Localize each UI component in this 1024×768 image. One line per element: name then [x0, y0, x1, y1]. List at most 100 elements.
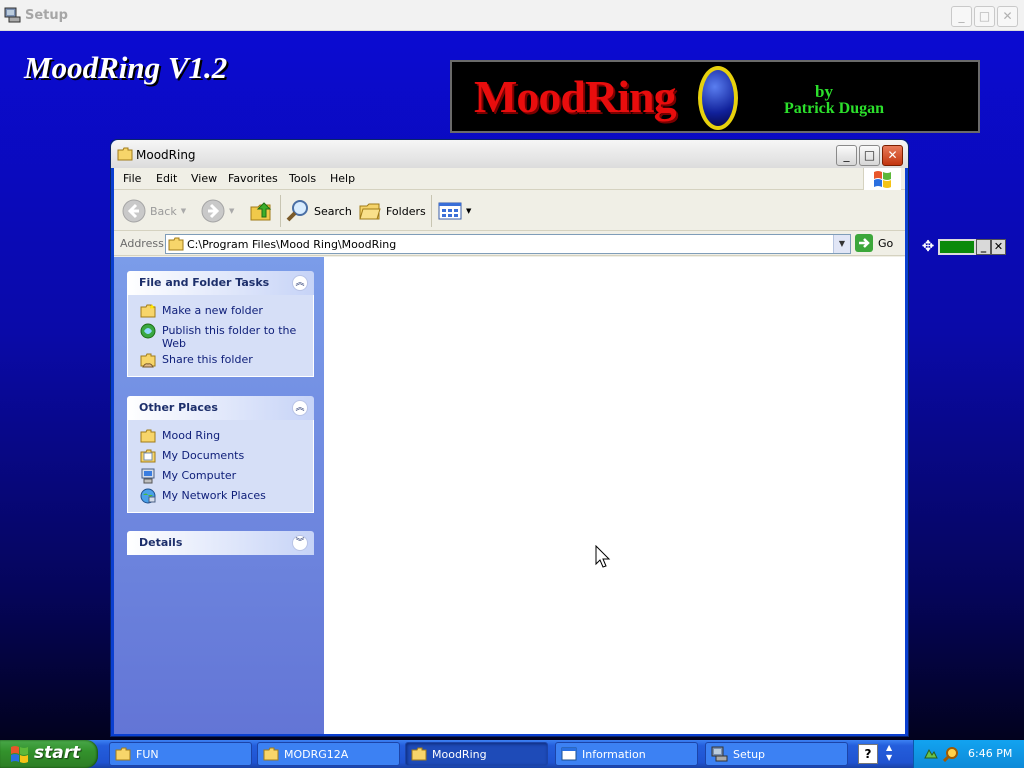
floating-toolbar[interactable]: ✥ _ ✕ [920, 238, 1008, 256]
standard-toolbar: Back ▼ ▼ Search Folders ▼ [114, 191, 905, 231]
taskbar-button-modrg12a[interactable]: MODRG12A [257, 742, 400, 766]
menu-tools[interactable]: Tools [289, 172, 316, 185]
forward-button[interactable]: ▼ [201, 196, 234, 226]
address-bar: Address C:\Program Files\Mood Ring\MoodR… [114, 232, 905, 256]
windows-flag-icon [11, 746, 28, 763]
expand-chevron-icon[interactable]: ︾ [292, 535, 308, 551]
taskbar-button-label: Setup [733, 747, 766, 761]
go-button[interactable]: Go [855, 234, 893, 252]
minimize-button[interactable]: _ [836, 145, 857, 166]
start-button[interactable]: start [0, 740, 98, 768]
taskbar-button-information[interactable]: Information [555, 742, 698, 766]
folder-icon [411, 747, 427, 761]
back-button[interactable]: Back ▼ [122, 196, 186, 226]
menu-favorites[interactable]: Favorites [228, 172, 278, 185]
folders-button[interactable]: Folders [358, 196, 426, 226]
setup-maximize-button[interactable]: □ [974, 6, 995, 27]
window-icon [561, 747, 577, 761]
up-button[interactable] [249, 196, 273, 226]
back-label: Back [150, 204, 177, 218]
help-icon[interactable]: ? [858, 744, 878, 764]
task-label: Make a new folder [162, 304, 263, 317]
my-documents-icon [140, 449, 156, 463]
mood-ring-icon [698, 66, 738, 130]
place-label: My Computer [162, 469, 237, 482]
task-publish-to-web[interactable]: Publish this folder to the Web [128, 321, 313, 350]
task-make-new-folder[interactable]: Make a new folder [128, 301, 313, 321]
menu-edit[interactable]: Edit [156, 172, 177, 185]
start-label: start [34, 743, 81, 763]
folder-icon [168, 237, 184, 251]
taskbar-button-label: FUN [136, 747, 159, 761]
place-label: My Documents [162, 449, 245, 462]
place-my-computer[interactable]: My Computer [128, 466, 313, 486]
forward-dropdown-icon[interactable]: ▼ [229, 207, 234, 215]
publish-web-icon [140, 323, 156, 339]
tray-search-icon[interactable] [943, 746, 959, 762]
maximize-button[interactable]: □ [859, 145, 880, 166]
place-my-documents[interactable]: My Documents [128, 446, 313, 466]
app-title: MoodRing V1.2 [24, 50, 228, 85]
go-label: Go [878, 236, 894, 250]
setup-minimize-button[interactable]: _ [951, 6, 972, 27]
move-icon[interactable]: ✥ [920, 238, 936, 256]
setup-titlebar[interactable]: Setup _ □ ✕ [0, 0, 1024, 31]
folder-icon [117, 147, 133, 161]
folder-icon [263, 747, 279, 761]
collapse-chevron-icon[interactable]: ︽ [292, 400, 308, 416]
file-folder-tasks-panel: File and Folder Tasks ︽ Make a new folde… [127, 271, 314, 377]
details-header[interactable]: Details ︾ [127, 531, 314, 555]
new-folder-icon [140, 304, 156, 318]
address-dropdown-icon[interactable]: ▼ [833, 235, 850, 253]
views-button[interactable]: ▼ [438, 196, 471, 226]
menu-file[interactable]: File [123, 172, 141, 185]
place-mood-ring[interactable]: Mood Ring [128, 426, 313, 446]
address-input[interactable]: C:\Program Files\Mood Ring\MoodRing ▼ [165, 234, 851, 254]
menu-view[interactable]: View [191, 172, 217, 185]
taskbar-button-label: MODRG12A [284, 747, 349, 761]
close-button[interactable]: ✕ [882, 145, 903, 166]
other-places-header[interactable]: Other Places ︽ [127, 396, 314, 420]
views-dropdown-icon[interactable]: ▼ [466, 207, 471, 215]
search-button[interactable]: Search [286, 196, 352, 226]
file-folder-tasks-header[interactable]: File and Folder Tasks ︽ [127, 271, 314, 295]
share-folder-icon [140, 353, 156, 368]
file-folder-tasks-body: Make a new folder Publish this folder to… [127, 295, 314, 377]
taskbar-button-fun[interactable]: FUN [109, 742, 252, 766]
mouse-cursor-icon [595, 545, 611, 568]
mini-minimize-button[interactable]: _ [976, 239, 991, 255]
menu-help[interactable]: Help [330, 172, 355, 185]
up-folder-icon [250, 202, 272, 221]
file-folder-tasks-title: File and Folder Tasks [139, 276, 270, 289]
task-share-folder[interactable]: Share this folder [128, 350, 313, 370]
address-value: C:\Program Files\Mood Ring\MoodRing [187, 238, 397, 251]
menu-bar: File Edit View Favorites Tools Help [114, 168, 905, 190]
tray-app-icon[interactable] [923, 746, 939, 762]
search-icon [286, 200, 308, 222]
task-pane: File and Folder Tasks ︽ Make a new folde… [114, 257, 324, 734]
taskbar-scroll-icon[interactable]: ▲ ▼ [886, 743, 892, 763]
file-list-area[interactable] [324, 257, 905, 734]
back-dropdown-icon[interactable]: ▼ [181, 207, 186, 215]
place-my-network-places[interactable]: My Network Places [128, 486, 313, 506]
collapse-chevron-icon[interactable]: ︽ [292, 275, 308, 291]
taskbar-button-label: MoodRing [432, 747, 487, 761]
other-places-panel: Other Places ︽ Mood Ring My Documents My… [127, 396, 314, 513]
explorer-body: File Edit View Favorites Tools Help Back… [114, 168, 905, 734]
windows-flag-icon [874, 171, 891, 188]
folder-icon [140, 429, 156, 443]
toolbar-separator [431, 195, 432, 227]
mini-close-button[interactable]: ✕ [991, 239, 1006, 255]
system-tray: 6:46 PM [913, 740, 1024, 768]
other-places-body: Mood Ring My Documents My Computer My Ne… [127, 420, 314, 513]
setup-icon [4, 7, 21, 23]
details-title: Details [139, 536, 183, 549]
explorer-titlebar[interactable]: MoodRing _ □ ✕ [111, 140, 908, 168]
taskbar-button-moodring[interactable]: MoodRing [405, 742, 548, 766]
network-places-icon [140, 488, 156, 504]
setup-close-button[interactable]: ✕ [997, 6, 1018, 27]
details-panel: Details ︾ [127, 531, 314, 555]
taskbar-button-setup[interactable]: Setup [705, 742, 848, 766]
other-places-title: Other Places [139, 401, 218, 414]
task-label: Publish this folder to the Web [162, 324, 297, 350]
